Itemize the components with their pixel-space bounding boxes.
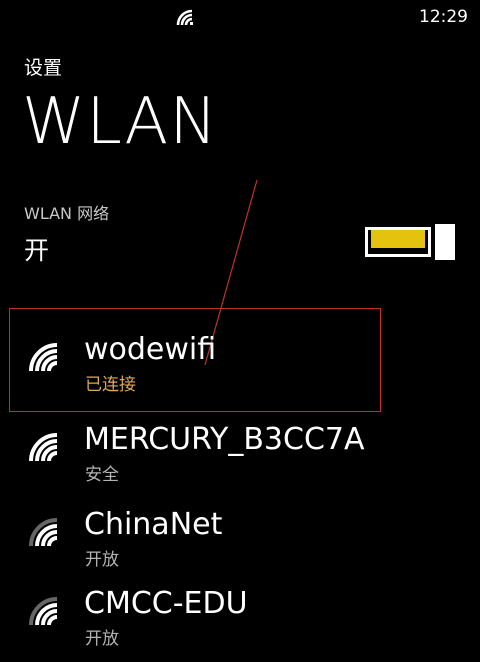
network-item-chinanet[interactable]: ChinaNet 开放 — [0, 503, 480, 583]
network-name: ChinaNet — [84, 507, 223, 542]
network-status: 安全 — [85, 465, 119, 485]
wlan-setting-label: WLAN 网络 — [24, 204, 110, 223]
network-status: 已连接 — [85, 375, 136, 395]
wifi-medium-icon — [29, 597, 58, 626]
toggle-fill — [371, 230, 425, 248]
page-title: WLAN — [22, 85, 219, 159]
toggle-thumb[interactable] — [435, 224, 455, 260]
wifi-signal-icon — [176, 9, 193, 26]
network-name: CMCC-EDU — [84, 586, 248, 621]
status-bar: 12:29 — [0, 0, 480, 34]
network-status: 开放 — [85, 629, 119, 649]
wifi-strong-icon — [29, 433, 58, 462]
network-item-cmcc-edu[interactable]: CMCC-EDU 开放 — [0, 582, 480, 662]
wlan-state-text: 开 — [24, 236, 50, 265]
app-title: 设置 — [24, 57, 63, 79]
status-time: 12:29 — [419, 7, 468, 27]
wifi-strong-icon — [29, 343, 58, 372]
network-status: 开放 — [85, 550, 119, 570]
wifi-medium-icon — [29, 518, 58, 547]
network-item-mercury[interactable]: MERCURY_B3CC7A 安全 — [0, 418, 480, 498]
network-name: MERCURY_B3CC7A — [84, 422, 365, 457]
network-item-wodewifi[interactable]: wodewifi 已连接 — [0, 328, 480, 408]
wlan-toggle-switch[interactable] — [365, 224, 455, 260]
network-name: wodewifi — [84, 332, 217, 367]
